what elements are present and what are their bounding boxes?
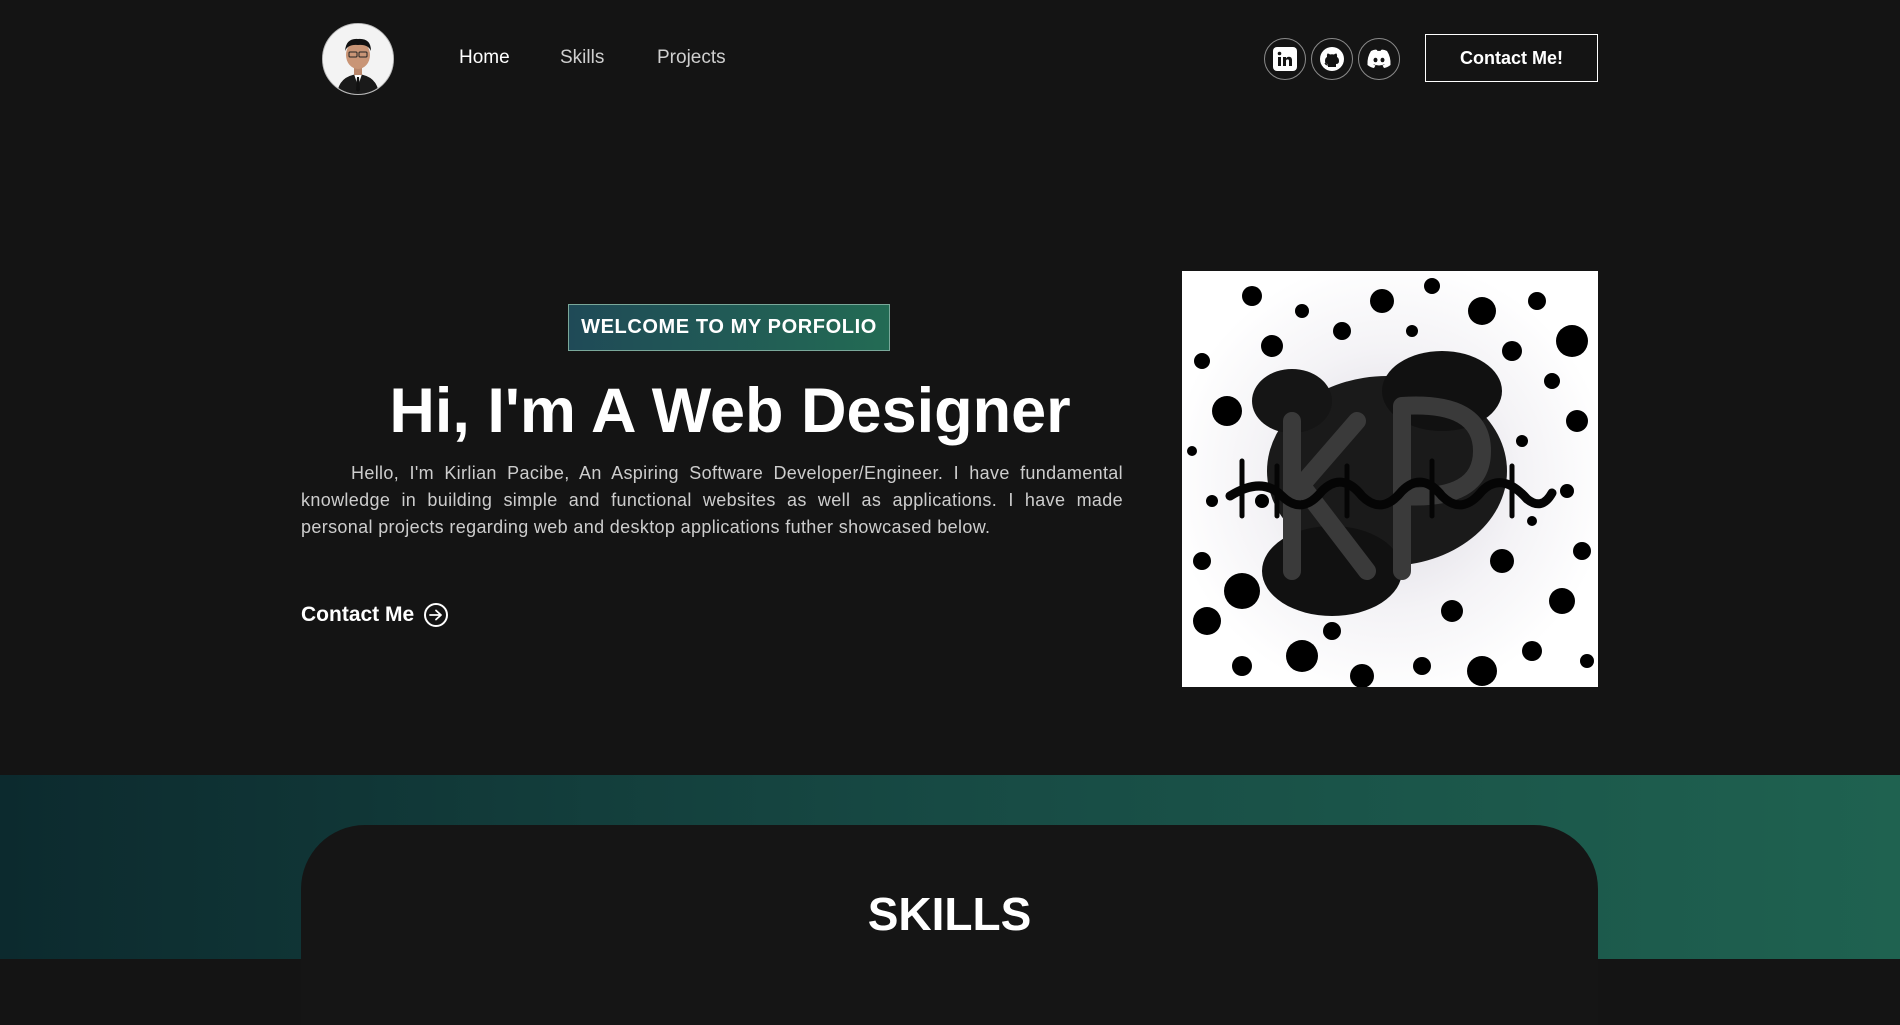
nav-link-skills[interactable]: Skills [560,47,604,69]
navbar: Home Skills Projects Contact Me! [0,0,1900,116]
linkedin-icon [1273,47,1297,71]
profile-avatar[interactable] [322,23,394,95]
skills-title: SKILLS [867,888,1032,940]
ink-splash-logo-icon [1187,278,1594,687]
welcome-badge: WELCOME TO MY PORFOLIO [568,304,890,351]
discord-icon [1367,49,1391,68]
brand-logo-image [1182,271,1598,687]
hero-description: Hello, I'm Kirlian Pacibe, An Aspiring S… [301,463,1123,537]
discord-button[interactable] [1358,38,1400,80]
nav-link-projects[interactable]: Projects [657,47,726,69]
linkedin-button[interactable] [1264,38,1306,80]
contact-button[interactable]: Contact Me! [1425,34,1598,82]
arrow-right-circle-icon [424,603,449,627]
skills-card: SKILLS [301,825,1598,1025]
nav-link-home[interactable]: Home [459,47,510,69]
github-button[interactable] [1311,38,1353,80]
person-photo-icon [323,24,393,94]
hero-contact-label: Contact Me [301,603,415,626]
github-icon [1320,47,1344,71]
hero-title: Hi, I'm A Web Designer [389,376,1071,446]
hero-contact-link[interactable]: Contact Me [301,603,449,627]
